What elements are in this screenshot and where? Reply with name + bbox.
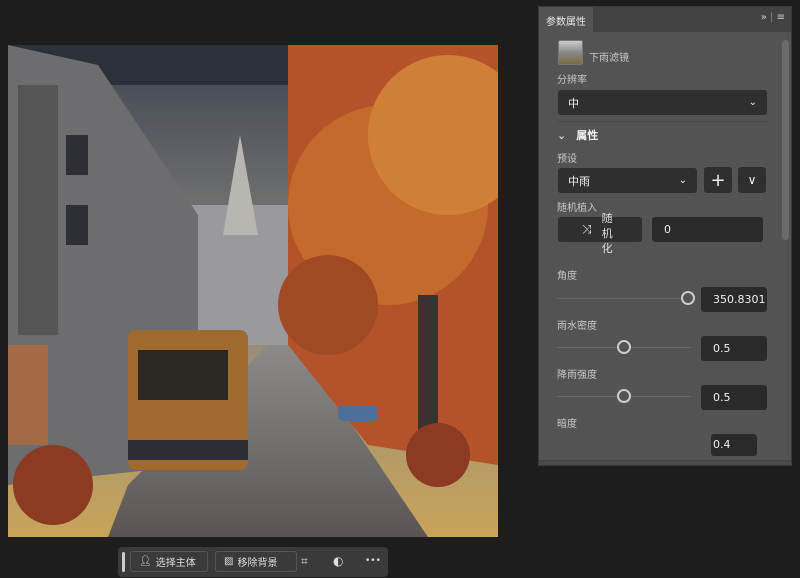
random-seed-label: 随机植入 — [557, 199, 597, 214]
resize-grip[interactable] — [539, 460, 791, 465]
section-title: 属性 — [576, 129, 598, 142]
rain-density-input[interactable]: 0.5 — [701, 336, 767, 361]
chevron-down-icon: ⌄ — [749, 97, 757, 108]
slider-label: 降雨强度 — [557, 366, 597, 381]
slider-handle[interactable] — [681, 291, 695, 305]
more-icon[interactable]: ••• — [365, 556, 381, 566]
slider-label: 暗度 — [557, 415, 577, 430]
person-icon: 👤︎ — [139, 556, 152, 567]
remove-background-button[interactable]: ▨ 移除背景 — [215, 551, 297, 572]
panel-menu-icon[interactable]: ≡ — [777, 12, 785, 23]
slider-handle[interactable] — [617, 340, 631, 354]
preset-label: 预设 — [557, 150, 577, 165]
plus-icon: + — [710, 170, 725, 191]
panel-tabbar: 参数属性 » | ≡ — [539, 7, 791, 32]
section-toggle[interactable]: ⌄ 属性 — [557, 127, 598, 143]
properties-panel: 参数属性 » | ≡ 下雨滤镜 分辨率 中⌄ ⌄属性 预设 中雨⌄ + ∨ 随机… — [538, 6, 792, 466]
select-subject-button[interactable]: 👤︎ 选择主体 — [130, 551, 208, 572]
resolution-value: 中 — [568, 95, 579, 111]
drag-handle[interactable] — [122, 552, 125, 572]
rain-intensity-input[interactable]: 0.5 — [701, 385, 767, 410]
panel-scrollbar[interactable] — [782, 40, 789, 240]
collapse-icon[interactable]: » — [761, 12, 767, 23]
darkness-input[interactable]: 0.4 — [711, 434, 757, 456]
select-subject-label: 选择主体 — [156, 554, 196, 569]
randomize-label: 随机化 — [602, 211, 614, 256]
slider-handle[interactable] — [617, 389, 631, 403]
randomize-button[interactable]: ⤨随机化 — [558, 217, 642, 242]
preset-value: 中雨 — [568, 173, 590, 189]
shuffle-icon: ⤨ — [582, 222, 592, 237]
chevron-down-icon: ⌄ — [557, 129, 566, 142]
transform-icon[interactable]: ⌗ — [301, 554, 308, 569]
rain-density-slider[interactable] — [557, 347, 691, 348]
slider-label: 雨水密度 — [557, 317, 597, 332]
filter-name: 下雨滤镜 — [589, 49, 629, 64]
resolution-select[interactable]: 中⌄ — [558, 90, 767, 115]
chevron-down-icon: ⌄ — [679, 175, 687, 186]
contextual-taskbar: 👤︎ 选择主体 ▨ 移除背景 ⌗ ◐ ••• — [118, 547, 388, 577]
image-icon: ▨ — [224, 556, 233, 567]
random-seed-input[interactable]: 0 — [652, 217, 763, 242]
chevron-down-icon: ∨ — [748, 173, 757, 187]
filter-thumbnail — [558, 40, 583, 65]
tab-properties[interactable]: 参数属性 — [539, 7, 593, 32]
angle-input[interactable]: 350.8301 — [701, 287, 767, 312]
slider-label: 角度 — [557, 267, 577, 282]
adjustment-icon[interactable]: ◐ — [333, 554, 343, 568]
add-preset-button[interactable]: + — [704, 167, 732, 193]
preset-select[interactable]: 中雨 ⌄ — [558, 168, 697, 193]
angle-slider[interactable] — [557, 298, 691, 299]
divider — [558, 121, 768, 122]
remove-background-label: 移除背景 — [237, 554, 277, 569]
resolution-label: 分辨率 — [557, 71, 587, 86]
preset-menu-button[interactable]: ∨ — [738, 167, 766, 193]
canvas-image[interactable] — [8, 45, 498, 537]
rain-intensity-slider[interactable] — [557, 396, 691, 397]
